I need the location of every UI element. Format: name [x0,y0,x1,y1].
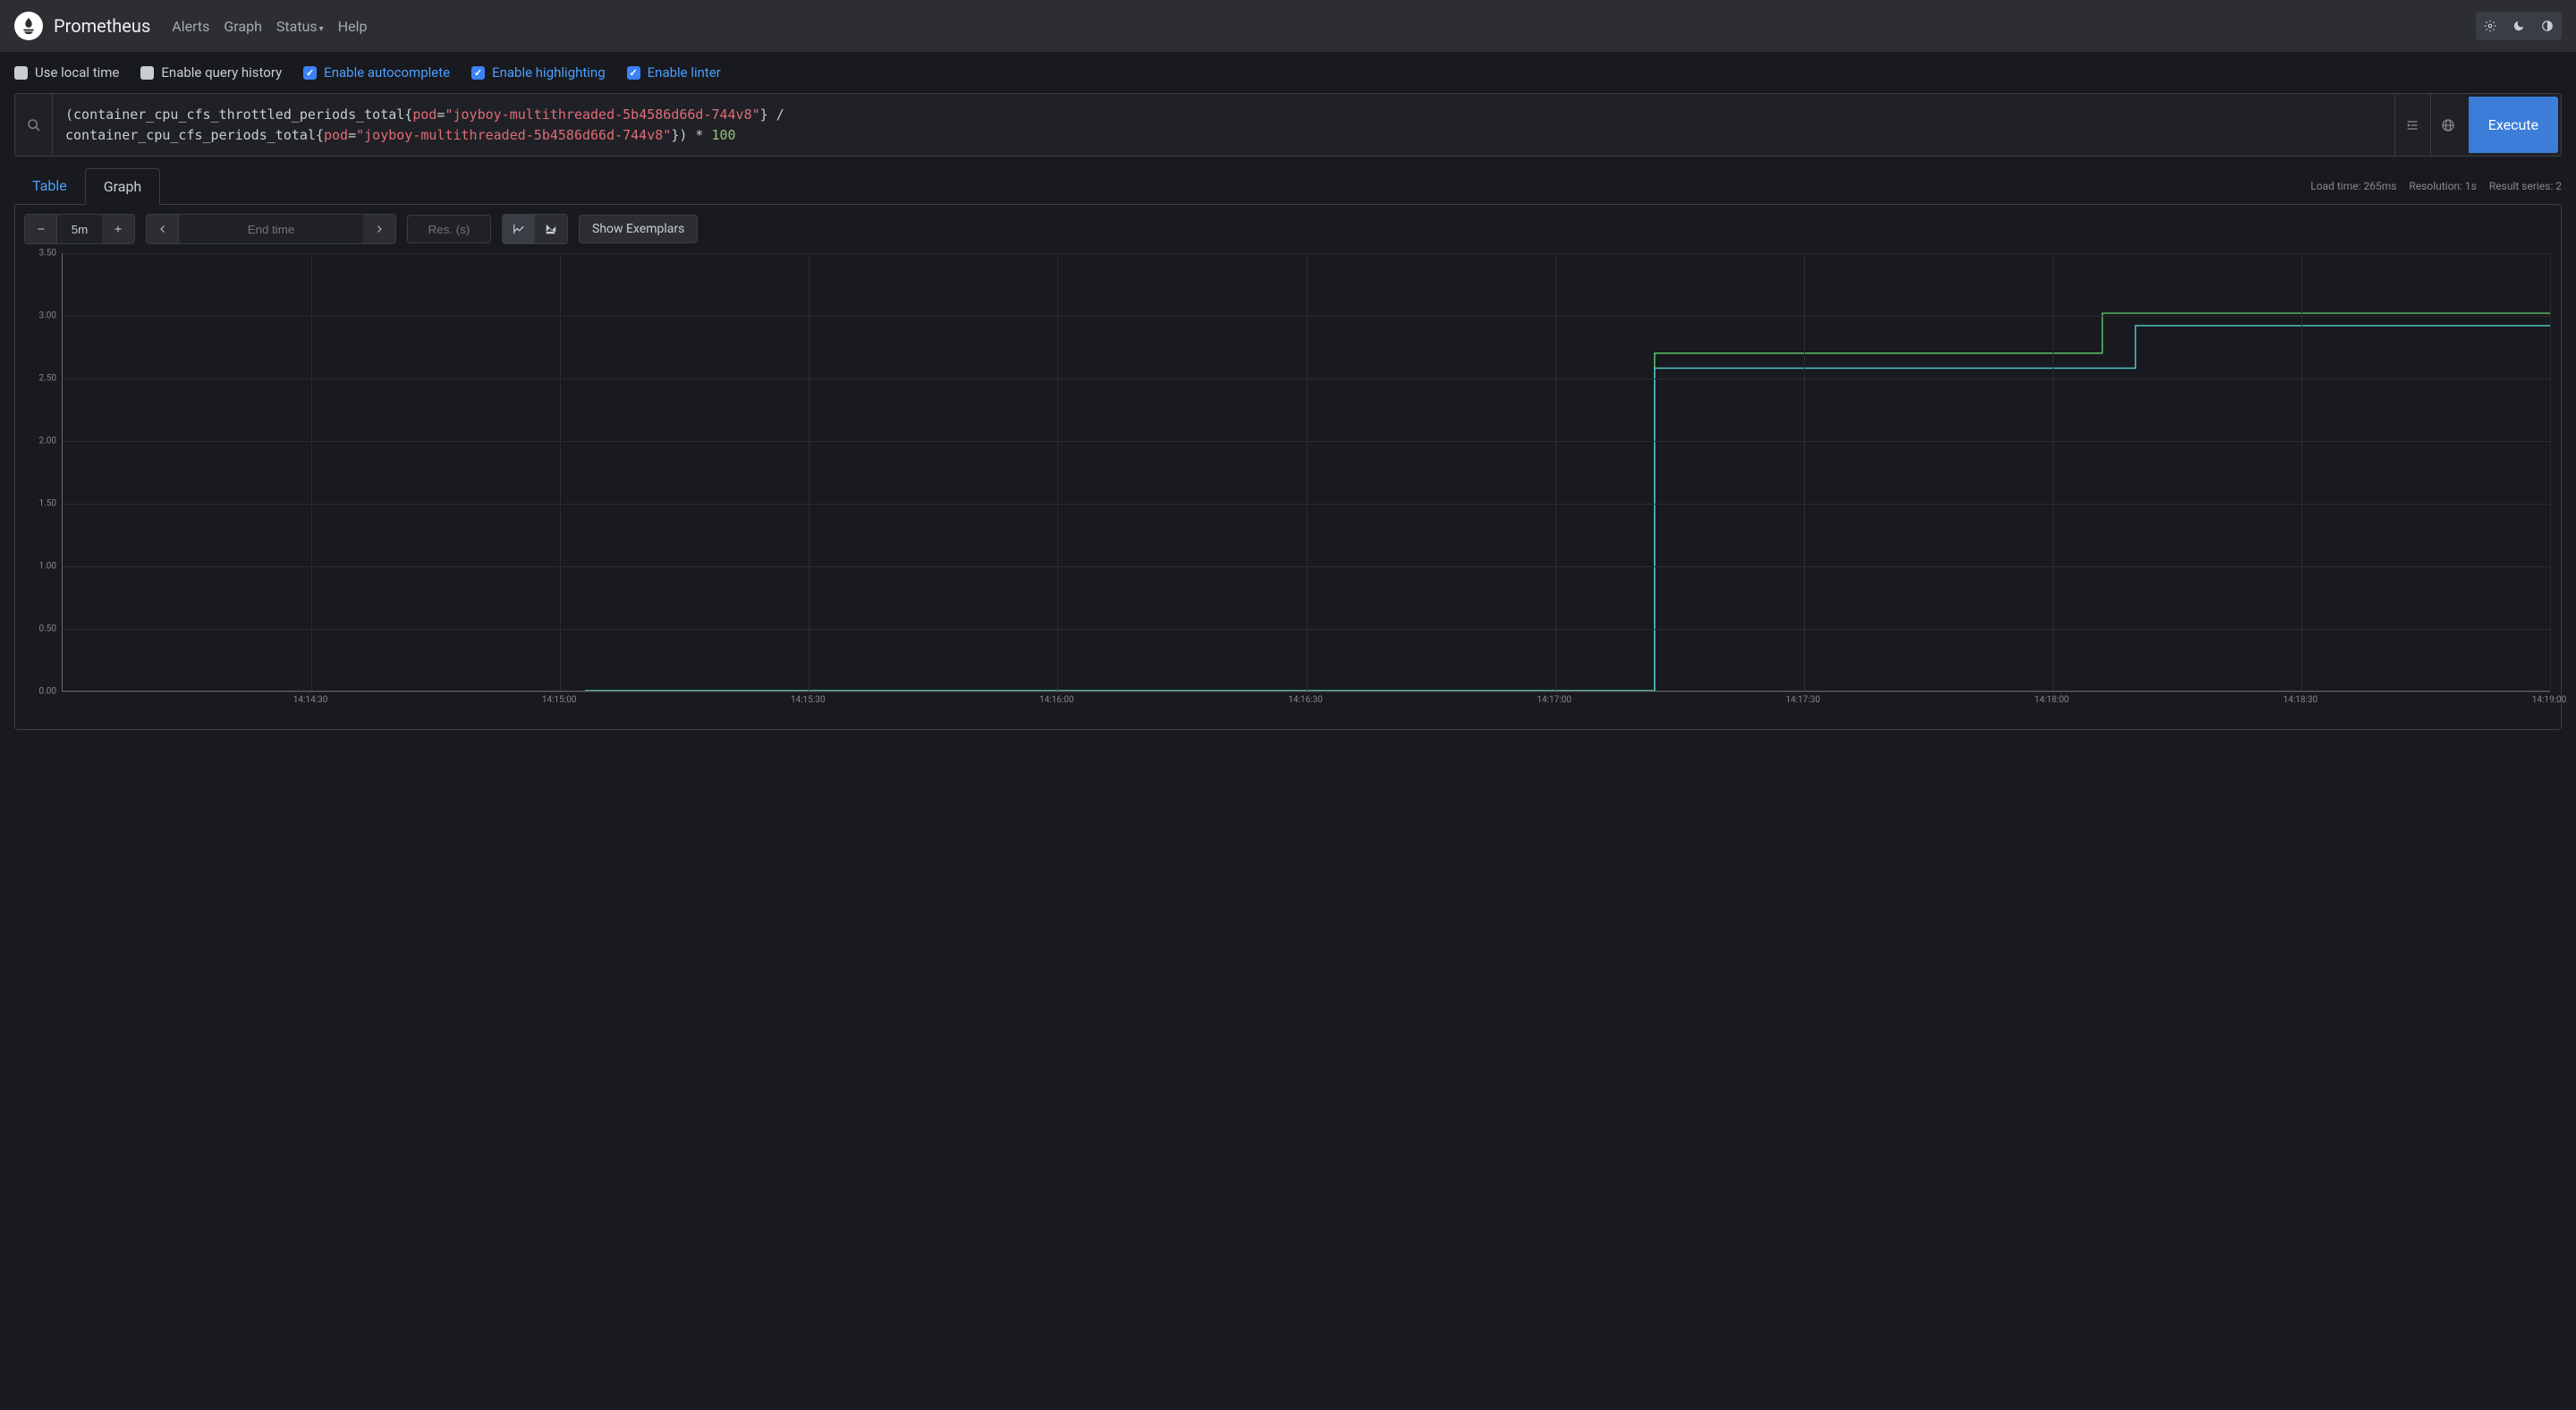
search-icon [27,118,41,132]
expression-input[interactable]: (container_cpu_cfs_throttled_periods_tot… [53,94,2394,156]
theme-contrast-button[interactable] [2533,12,2562,40]
execute-button[interactable]: Execute [2469,97,2558,153]
result-tabs: Table Graph Load time: 265ms Resolution:… [14,167,2562,204]
tab-table[interactable]: Table [14,168,85,203]
query-input-row: (container_cpu_cfs_throttled_periods_tot… [14,93,2562,157]
chart-type-control [502,214,568,244]
graph-controls: Show Exemplars [15,205,2561,253]
gear-icon [2484,20,2496,32]
nav-status[interactable]: Status▾ [276,18,324,35]
chart-type-stacked-button[interactable] [535,215,567,243]
area-chart-icon [545,223,557,235]
metrics-explorer-button[interactable] [15,94,53,156]
opt-enable-highlighting[interactable]: Enable highlighting [471,64,606,81]
checkbox[interactable] [627,66,640,80]
stat-load-time: Load time: 265ms [2310,180,2396,192]
x-axis: 14:14:3014:15:0014:15:3014:16:0014:16:30… [62,692,2550,709]
theme-settings-button[interactable] [2476,12,2504,40]
chevron-down-icon: ▾ [319,24,324,34]
end-time-input[interactable] [179,215,363,243]
theme-dark-button[interactable] [2504,12,2533,40]
nav-graph[interactable]: Graph [224,18,262,35]
show-exemplars-button[interactable]: Show Exemplars [579,215,698,243]
chevron-right-icon [374,224,385,234]
plus-icon [113,224,123,234]
line-chart-icon [513,223,525,235]
opt-use-local-time[interactable]: Use local time [14,64,119,81]
top-navbar: Prometheus Alerts Graph Status▾ Help [0,0,2576,52]
query-stats: Load time: 265ms Resolution: 1s Result s… [2310,180,2562,192]
query-options-row: Use local time Enable query history Enab… [0,52,2576,93]
globe-icon [2441,118,2455,132]
range-increase-button[interactable] [102,215,134,243]
end-time-next-button[interactable] [363,215,395,243]
range-control [24,214,135,244]
resolution-input[interactable] [407,215,491,243]
format-expression-button[interactable] [2394,94,2430,156]
stat-resolution: Resolution: 1s [2409,180,2476,192]
range-input[interactable] [57,215,102,243]
moon-icon [2512,20,2525,32]
y-axis: 0.000.501.001.502.002.503.003.50 [26,253,62,692]
opt-enable-linter[interactable]: Enable linter [627,64,721,81]
chart-area: 0.000.501.001.502.002.503.003.50 14:14:3… [26,253,2550,718]
chevron-left-icon [157,224,168,234]
prometheus-logo [14,12,43,40]
range-decrease-button[interactable] [25,215,57,243]
stat-result-series: Result series: 2 [2489,180,2562,192]
minus-icon [36,224,47,234]
opt-enable-autocomplete[interactable]: Enable autocomplete [303,64,450,81]
nav-alerts[interactable]: Alerts [172,18,209,35]
opt-enable-query-history[interactable]: Enable query history [140,64,282,81]
indent-icon [2405,118,2419,132]
checkbox[interactable] [303,66,317,80]
plot-area[interactable] [62,253,2550,692]
checkbox[interactable] [14,66,28,80]
end-time-prev-button[interactable] [147,215,179,243]
checkbox[interactable] [140,66,154,80]
end-time-control [146,214,396,244]
tab-graph[interactable]: Graph [85,168,161,205]
nav-links: Alerts Graph Status▾ Help [172,18,367,35]
chart-type-line-button[interactable] [503,215,535,243]
checkbox[interactable] [471,66,485,80]
graph-panel: Show Exemplars 0.000.501.001.502.002.503… [14,204,2562,730]
nav-help[interactable]: Help [338,18,368,35]
brand-title: Prometheus [54,15,150,37]
contrast-icon [2541,20,2554,32]
expression-help-button[interactable] [2430,94,2466,156]
theme-switcher [2476,12,2562,40]
